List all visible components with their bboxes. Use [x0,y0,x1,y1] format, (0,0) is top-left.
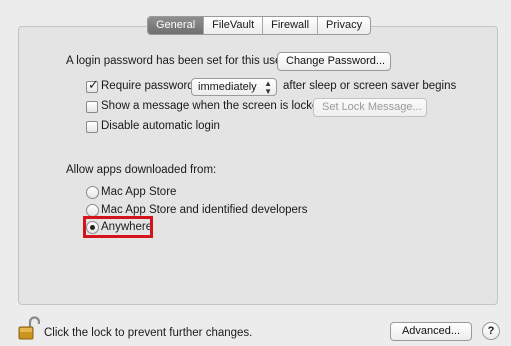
anywhere-highlight-box [83,216,153,238]
radio-identified-developers-label: Mac App Store and identified developers [101,204,308,216]
radio-mac-app-store[interactable] [86,186,99,199]
help-button[interactable]: ? [482,322,500,340]
show-message-label: Show a message when the screen is locked [101,100,325,112]
radio-mac-app-store-label: Mac App Store [101,186,177,198]
advanced-button[interactable]: Advanced... [390,322,472,341]
require-password-delay-select[interactable]: immediately ▲ ▼ [191,78,277,96]
tab-general[interactable]: General [148,17,205,34]
require-password-suffix: after sleep or screen saver begins [283,80,457,92]
login-password-text: A login password has been set for this u… [66,55,286,67]
disable-auto-login-checkbox[interactable] [86,121,98,133]
checkmark-icon: ✓ [88,77,99,92]
tab-filevault[interactable]: FileVault [204,17,264,34]
tab-firewall[interactable]: Firewall [263,17,319,34]
updown-arrows-icon: ▲ ▼ [264,79,272,96]
lock-open-icon[interactable] [18,316,40,340]
allow-apps-heading: Allow apps downloaded from: [66,164,217,176]
show-message-checkbox[interactable] [86,101,98,113]
lock-text: Click the lock to prevent further change… [44,327,253,339]
tab-bar: General FileVault Firewall Privacy [147,16,372,35]
require-password-checkbox[interactable]: ✓ [86,77,99,93]
set-lock-message-button[interactable]: Set Lock Message... [313,98,427,117]
change-password-button[interactable]: Change Password... [277,52,391,71]
require-password-delay-value: immediately [198,81,257,93]
tab-privacy[interactable]: Privacy [318,17,370,34]
disable-auto-login-label: Disable automatic login [101,120,220,132]
require-password-label: Require password [101,80,194,92]
